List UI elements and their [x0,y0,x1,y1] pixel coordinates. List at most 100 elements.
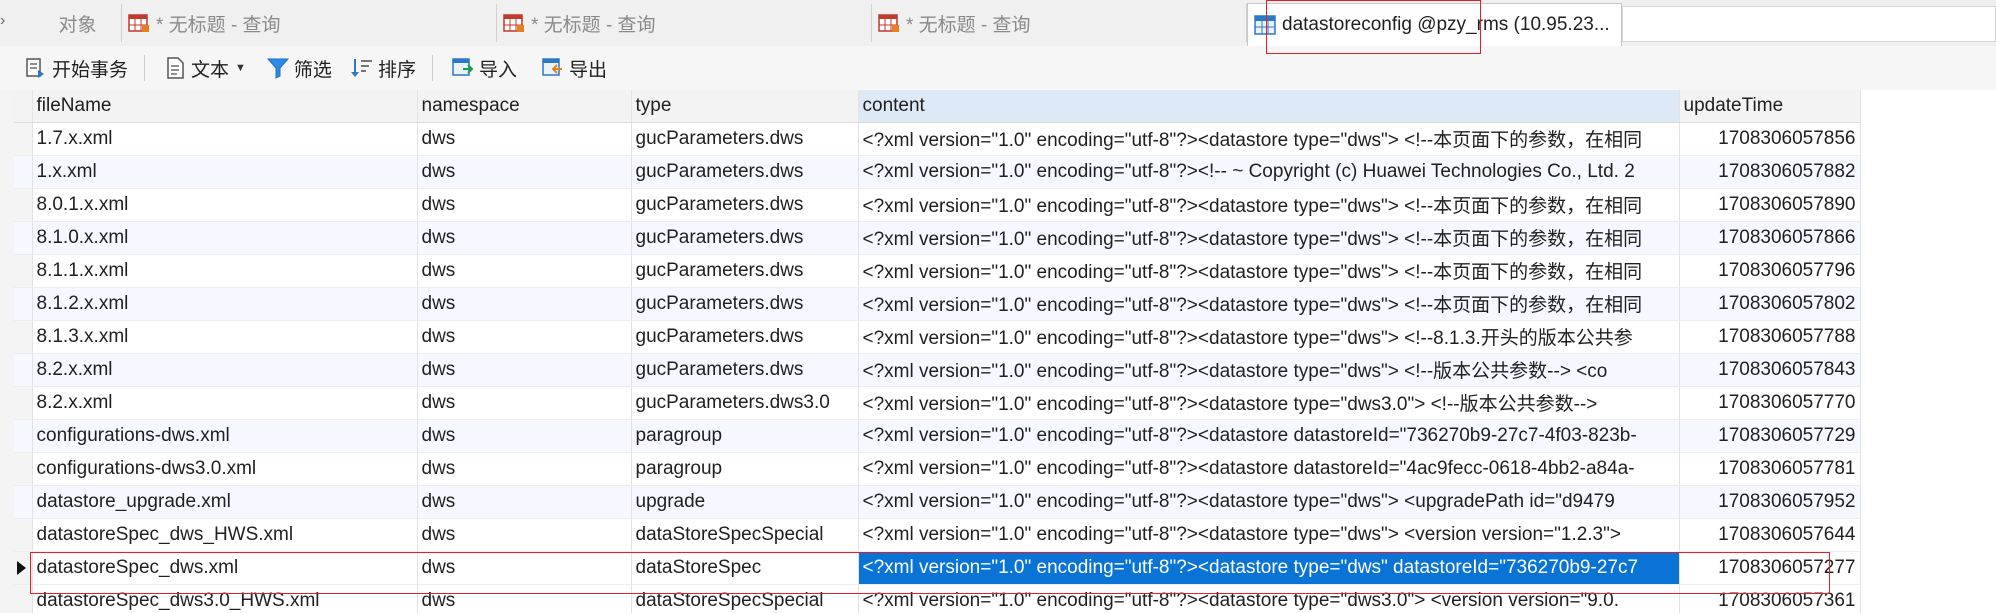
table-row[interactable]: 8.0.1.x.xml dws gucParameters.dws <?xml ver… [14,188,1861,222]
row-indicator[interactable] [14,386,33,420]
row-indicator[interactable] [14,551,33,585]
table-row[interactable]: 8.1.0.x.xml dws gucParameters.dws <?xml ver… [14,221,1861,255]
cell-filename[interactable]: 1.7.x.xml [32,122,418,156]
cell-updatetime[interactable]: 1708306057770 [1679,386,1861,420]
row-indicator[interactable] [14,419,33,453]
cell-namespace[interactable]: dws [417,485,632,519]
cell-updatetime[interactable]: 1708306057866 [1679,221,1861,255]
cell-type[interactable]: gucParameters.dws [631,254,859,288]
cell-namespace[interactable]: dws [417,122,632,156]
cell-updatetime[interactable]: 1708306057856 [1679,122,1861,156]
cell-type[interactable]: gucParameters.dws [631,188,859,222]
cell-filename[interactable]: 8.2.x.xml [32,353,418,387]
cell-updatetime[interactable]: 1708306057729 [1679,419,1861,453]
cell-type[interactable]: upgrade [631,485,859,519]
column-header-updatetime[interactable]: updateTime [1679,90,1861,123]
cell-filename[interactable]: 8.1.1.x.xml [32,254,418,288]
cell-content[interactable]: <?xml version="1.0" encoding="utf-8"?><!… [858,155,1680,189]
tab-objects[interactable]: 对象 [14,4,122,42]
cell-content[interactable]: <?xml version="1.0" encoding="utf-8"?><d… [858,584,1680,613]
cell-filename[interactable]: configurations-dws3.0.xml [32,452,418,486]
cell-updatetime[interactable]: 1708306057788 [1679,320,1861,354]
cell-filename[interactable]: datastoreSpec_dws3.0_HWS.xml [32,584,418,613]
cell-filename[interactable]: 8.1.3.x.xml [32,320,418,354]
cell-type[interactable]: paragroup [631,452,859,486]
table-row[interactable]: 8.2.x.xml dws gucParameters.dws3.0 <?xml ve… [14,386,1861,420]
cell-filename[interactable]: 8.2.x.xml [32,386,418,420]
cell-filename[interactable]: configurations-dws.xml [32,419,418,453]
cell-type[interactable]: gucParameters.dws [631,353,859,387]
cell-namespace[interactable]: dws [417,254,632,288]
cell-namespace[interactable]: dws [417,518,632,552]
row-indicator[interactable] [14,584,33,613]
table-row[interactable]: configurations-dws.xml dws paragroup <?xml … [14,419,1861,453]
column-header-filename[interactable]: fileName [32,90,418,123]
filter-button[interactable]: 筛选 [260,51,338,85]
table-row[interactable]: 1.7.x.xml dws gucParameters.dws <?xml versi… [14,122,1861,156]
cell-content[interactable]: <?xml version="1.0" encoding="utf-8"?><d… [858,386,1680,420]
cell-filename[interactable]: 8.1.0.x.xml [32,221,418,255]
cell-filename[interactable]: datastoreSpec_dws.xml [32,551,418,585]
cell-updatetime[interactable]: 1708306057361 [1679,584,1861,613]
row-indicator[interactable] [14,188,33,222]
table-row[interactable]: 1.x.xml dws gucParameters.dws <?xml version… [14,155,1861,189]
cell-namespace[interactable]: dws [417,419,632,453]
cell-updatetime[interactable]: 1708306057781 [1679,452,1861,486]
row-indicator[interactable] [14,155,33,189]
table-row[interactable]: 8.1.3.x.xml dws gucParameters.dws <?xml ver… [14,320,1861,354]
cell-filename[interactable]: datastore_upgrade.xml [32,485,418,519]
cell-content[interactable]: <?xml version="1.0" encoding="utf-8"?><d… [858,419,1680,453]
cell-content[interactable]: <?xml version="1.0" encoding="utf-8"?><d… [858,320,1680,354]
cell-namespace[interactable]: dws [417,452,632,486]
cell-filename[interactable]: 8.0.1.x.xml [32,188,418,222]
sort-button[interactable]: 排序 [344,51,422,85]
column-header-type[interactable]: type [631,90,859,123]
cell-type[interactable]: dataStoreSpecSpecial [631,518,859,552]
begin-transaction-button[interactable]: 开始事务 [18,51,134,85]
tab-scroll-left-icon[interactable]: › [0,12,5,30]
cell-content[interactable]: <?xml version="1.0" encoding="utf-8"?><d… [858,485,1680,519]
cell-content[interactable]: <?xml version="1.0" encoding="utf-8"?><d… [858,551,1680,585]
cell-type[interactable]: dataStoreSpecSpecial [631,584,859,613]
cell-updatetime[interactable]: 1708306057890 [1679,188,1861,222]
table-row[interactable]: datastoreSpec_dws.xml dws dataStoreSpec <?x… [14,551,1861,585]
table-row[interactable]: 8.1.1.x.xml dws gucParameters.dws <?xml ver… [14,254,1861,288]
cell-namespace[interactable]: dws [417,221,632,255]
cell-updatetime[interactable]: 1708306057277 [1679,551,1861,585]
cell-type[interactable]: gucParameters.dws [631,221,859,255]
table-row[interactable]: datastoreSpec_dws_HWS.xml dws dataStoreSpe… [14,518,1861,552]
row-indicator[interactable] [14,485,33,519]
cell-updatetime[interactable]: 1708306057644 [1679,518,1861,552]
cell-type[interactable]: gucParameters.dws [631,122,859,156]
row-indicator[interactable] [14,254,33,288]
tab-query-1[interactable]: * 无标题 - 查询 [122,4,497,42]
cell-type[interactable]: dataStoreSpec [631,551,859,585]
cell-namespace[interactable]: dws [417,287,632,321]
cell-content[interactable]: <?xml version="1.0" encoding="utf-8"?><d… [858,221,1680,255]
table-row[interactable]: datastore_upgrade.xml dws upgrade <?xml ver… [14,485,1861,519]
cell-namespace[interactable]: dws [417,155,632,189]
table-row[interactable]: 8.2.x.xml dws gucParameters.dws <?xml versi… [14,353,1861,387]
cell-updatetime[interactable]: 1708306057952 [1679,485,1861,519]
tab-datastoreconfig[interactable]: datastoreconfig @pzy_rms (10.95.23... [1247,3,1622,46]
cell-content[interactable]: <?xml version="1.0" encoding="utf-8"?><d… [858,353,1680,387]
cell-content[interactable]: <?xml version="1.0" encoding="utf-8"?><d… [858,518,1680,552]
cell-type[interactable]: gucParameters.dws [631,287,859,321]
cell-content[interactable]: <?xml version="1.0" encoding="utf-8"?><d… [858,122,1680,156]
column-header-namespace[interactable]: namespace [417,90,632,123]
cell-type[interactable]: paragroup [631,419,859,453]
row-indicator[interactable] [14,122,33,156]
chevron-down-icon[interactable]: ▼ [235,62,246,74]
cell-namespace[interactable]: dws [417,386,632,420]
cell-namespace[interactable]: dws [417,551,632,585]
cell-type[interactable]: gucParameters.dws3.0 [631,386,859,420]
row-indicator[interactable] [14,452,33,486]
cell-type[interactable]: gucParameters.dws [631,320,859,354]
column-header-content[interactable]: content [858,90,1680,123]
cell-namespace[interactable]: dws [417,353,632,387]
import-button[interactable]: 导入 [445,51,523,85]
table-row[interactable]: datastoreSpec_dws3.0_HWS.xml dws dataStore… [14,584,1861,613]
table-row[interactable]: configurations-dws3.0.xml dws paragroup <?x… [14,452,1861,486]
tab-query-3[interactable]: * 无标题 - 查询 [872,4,1247,42]
cell-filename[interactable]: 8.1.2.x.xml [32,287,418,321]
